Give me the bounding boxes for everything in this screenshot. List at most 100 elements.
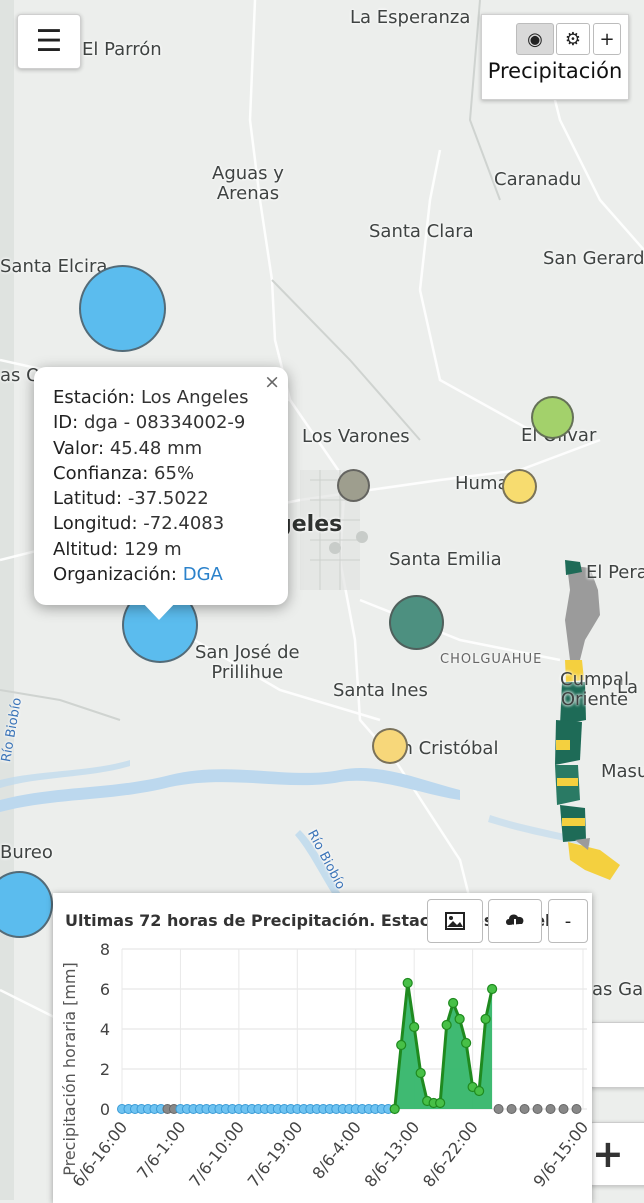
- place-label-los-varones: Los Varones: [302, 426, 410, 447]
- popup-value: -72.4083: [143, 513, 225, 535]
- popup-field-organization: Organización: DGA: [53, 562, 248, 587]
- popup-field-longitude: Longitud: -72.4083: [53, 511, 248, 536]
- popup-key: Altitud:: [53, 538, 119, 560]
- x-tick-label: 8/6-13:00: [361, 1118, 424, 1191]
- place-label-aguas-y-arenas: Aguas y Arenas: [212, 163, 284, 204]
- station-popup: × Estación: Los Angeles ID: dga - 083340…: [34, 367, 288, 605]
- chart-panel: 0 2 4 6 8 6/6-16:00 7/6-1:00 7/6-10:00 7/6-19:00…: [53, 893, 592, 1203]
- zoom-control-top[interactable]: [589, 1022, 644, 1088]
- data-point: [486, 983, 498, 995]
- place-label-la: La: [617, 677, 639, 698]
- station-marker-gray[interactable]: [337, 469, 370, 502]
- x-tick-label: 7/6-10:00: [185, 1118, 248, 1191]
- data-point: [409, 1021, 420, 1033]
- data-point: [441, 1019, 452, 1031]
- popup-key: Valor:: [53, 437, 105, 459]
- expand-button[interactable]: +: [593, 23, 621, 55]
- place-label-san-jose-de-prillihue: San José de Prillihue: [195, 642, 300, 683]
- popup-value: dga - 08334002-9: [83, 412, 246, 434]
- place-label-santa-ines: Santa Ines: [333, 680, 428, 701]
- y-tick-label: 8: [100, 940, 110, 959]
- x-tick-label: 8/6-22:00: [419, 1118, 482, 1191]
- popup-key: Longitud:: [53, 513, 138, 535]
- station-marker-yellow[interactable]: [502, 469, 537, 504]
- place-label-el-parron: El Parrón: [82, 39, 162, 60]
- y-tick-label: 4: [100, 1020, 110, 1039]
- popup-field-station: Estación: Los Angeles: [53, 385, 248, 410]
- popup-field-confidence: Confianza: 65%: [53, 461, 248, 486]
- data-point: [389, 1103, 400, 1115]
- x-tick-label: 7/6-19:00: [244, 1118, 307, 1191]
- x-tick-label: 8/6-4:00: [308, 1118, 365, 1183]
- popup-key: ID:: [53, 412, 79, 434]
- data-point-missing: [558, 1104, 569, 1114]
- data-point: [435, 1097, 446, 1109]
- place-label-santa-clara: Santa Clara: [369, 221, 474, 242]
- popup-field-altitude: Altitud: 129 m: [53, 537, 248, 562]
- y-tick-label: 6: [100, 980, 110, 999]
- popup-field-latitude: Latitud: -37.5022: [53, 486, 248, 511]
- place-label-caranadu: Caranadu: [494, 169, 582, 190]
- place-label-cholguahue: CHOLGUAHUE: [440, 652, 543, 667]
- data-point: [448, 997, 459, 1009]
- locate-button[interactable]: ◉: [516, 23, 554, 55]
- place-label-la-esperanza: La Esperanza: [350, 7, 471, 28]
- popup-value: 65%: [154, 462, 195, 484]
- menu-button[interactable]: ☰: [17, 14, 81, 69]
- y-tick-label: 2: [100, 1060, 110, 1079]
- popup-close-button[interactable]: ×: [264, 371, 280, 393]
- organization-link[interactable]: DGA: [183, 564, 223, 585]
- y-tick-label: 0: [100, 1100, 110, 1119]
- station-marker-yellow-san-cristobal[interactable]: [372, 728, 408, 764]
- chart-image-button[interactable]: [427, 899, 483, 943]
- place-label-el-pera: El Pera: [586, 562, 644, 583]
- place-label-san-gerardo: San Gerardo: [543, 248, 644, 269]
- settings-button[interactable]: ⚙: [556, 23, 590, 55]
- place-label-bureo: Bureo: [0, 842, 53, 863]
- place-label-santa-emilia: Santa Emilia: [389, 549, 502, 570]
- popup-field-value: Valor: 45.48 mm: [53, 436, 248, 461]
- data-point-missing: [519, 1104, 530, 1114]
- plus-icon: +: [592, 1132, 624, 1176]
- place-label-masu: Masu: [601, 761, 644, 782]
- station-marker-green-light[interactable]: [531, 396, 574, 439]
- popup-key: Latitud:: [53, 488, 123, 510]
- plus-icon: +: [599, 28, 615, 50]
- target-icon: ◉: [527, 28, 543, 50]
- x-tick-label: 7/6-1:00: [133, 1118, 190, 1183]
- data-point-missing: [571, 1104, 582, 1114]
- station-marker-teal[interactable]: [389, 595, 444, 650]
- cloud-download-icon: [506, 914, 524, 930]
- data-point-missing: [506, 1104, 517, 1114]
- data-point-missing: [532, 1104, 543, 1114]
- station-marker-blue-large[interactable]: [79, 265, 166, 352]
- popup-value: 45.48 mm: [109, 437, 203, 459]
- data-point-missing: [493, 1104, 504, 1114]
- data-point: [396, 1039, 407, 1051]
- data-point: [474, 1085, 485, 1097]
- popup-value: Los Angeles: [140, 387, 249, 408]
- data-point: [480, 1013, 491, 1025]
- data-point: [454, 1013, 465, 1025]
- zoom-in-button[interactable]: +: [589, 1122, 644, 1186]
- data-point: [461, 1037, 472, 1049]
- image-icon: [445, 912, 465, 930]
- hamburger-icon: ☰: [35, 24, 63, 59]
- y-axis-label: Precipitación horaria [mm]: [60, 962, 79, 1176]
- chart-download-button[interactable]: [488, 899, 542, 943]
- layer-title: Precipitación: [487, 59, 623, 83]
- popup-pointer: [140, 600, 178, 620]
- place-label-santa-elcira: Santa Elcira: [0, 256, 108, 277]
- popup-field-id: ID: dga - 08334002-9: [53, 410, 248, 435]
- gear-icon: ⚙: [564, 28, 582, 50]
- layer-control-panel: ◉ ⚙ + Precipitación: [481, 14, 629, 100]
- chart-collapse-button[interactable]: -: [548, 899, 588, 943]
- data-point: [402, 977, 413, 989]
- data-point-missing: [545, 1104, 556, 1114]
- place-label-as-ga: as Ga: [592, 979, 644, 1000]
- x-tick-label: 9/6-15:00: [529, 1118, 592, 1191]
- popup-key: Organización:: [53, 564, 177, 586]
- popup-key: Estación:: [53, 387, 136, 408]
- popup-value: 129 m: [124, 538, 182, 560]
- popup-key: Confianza:: [53, 462, 149, 484]
